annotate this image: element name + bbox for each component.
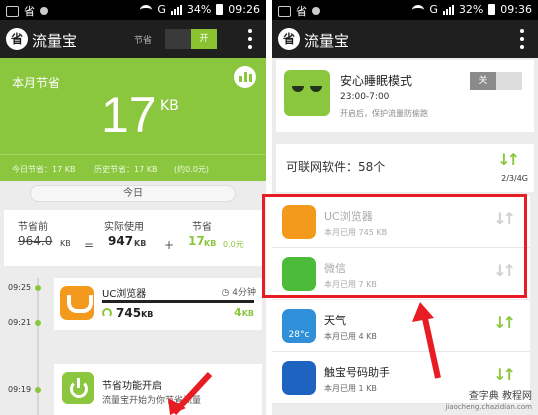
sleep-mode-card: 安心睡眠模式 23:00-7:00 开启后，保护流量防偷跑 关 (276, 60, 534, 132)
wifi-icon (412, 4, 425, 15)
list-item[interactable]: 28°c 天气 本月已用 4 KB ↓↑ (272, 300, 530, 352)
key-icon (40, 7, 48, 15)
today-header: 今日 (0, 181, 266, 205)
timeline-dot (35, 387, 41, 393)
network-apps-header: 可联网软件：58个 ↓↑ 2/3/4G (276, 144, 534, 192)
today-summary: 节省前 964.0 KB = 实际使用 947 KB + 节省 17 KB 0.… (4, 210, 262, 266)
today-pill: 今日 (30, 185, 236, 202)
chart-icon[interactable] (234, 66, 256, 88)
signal-icon (170, 4, 182, 15)
dialer-icon (282, 361, 316, 395)
app-logo-icon: 省 (296, 5, 307, 18)
battery-percent: 32% (458, 3, 484, 16)
uc-browser-icon (60, 286, 94, 320)
uc-duration: ◷ 4分钟 (221, 288, 256, 298)
network-apps-count: 可联网软件：58个 (286, 160, 386, 174)
actual-unit: KB (134, 239, 147, 248)
highlight-box (262, 194, 527, 298)
toggle-on-label: 开 (191, 29, 217, 49)
timeline-time: 09:25 (8, 283, 32, 292)
network-type: G (157, 3, 166, 16)
red-arrow-icon (168, 371, 213, 415)
clock: 09:36 (500, 3, 532, 16)
battery-icon (488, 4, 496, 15)
save-toggle-label: 节省 (134, 36, 153, 46)
signal-icon (102, 308, 112, 318)
today-savings: 今日节省：17 KB (12, 165, 76, 174)
data-toggle-icon[interactable]: ↓↑ (493, 365, 516, 384)
network-type: G (429, 3, 438, 16)
toggle-off-label: 关 (470, 72, 496, 90)
sleep-mode-title: 安心睡眠模式 (340, 74, 413, 88)
status-bar: 省 G 32% 09:36 (272, 0, 538, 20)
battery-icon (216, 4, 224, 15)
timeline-dot (35, 320, 41, 326)
saved-unit: KB (204, 239, 217, 248)
before-value: 964.0 (18, 234, 53, 248)
timeline-line (37, 278, 39, 415)
history-savings: 历史节省：17 KB (94, 165, 158, 174)
saved-value: 17 (188, 234, 205, 248)
app-bar: 省 流量宝 (272, 20, 538, 58)
gallery-icon (278, 5, 291, 17)
uc-usage-card[interactable]: UC浏览器 ◷ 4分钟 745KB 4KB (54, 278, 262, 330)
uc-usage-bar (102, 300, 254, 303)
app-logo: 省 (6, 28, 28, 50)
clock: 09:26 (228, 3, 260, 16)
key-icon (312, 7, 320, 15)
owl-icon (284, 70, 330, 116)
save-toggle[interactable]: 开 (165, 29, 217, 49)
app-title: 流量宝 (304, 32, 350, 50)
sleep-mode-time: 23:00-7:00 (340, 92, 390, 102)
equals-sign: = (84, 238, 95, 252)
signal-icon (442, 4, 454, 15)
app-title: 流量宝 (32, 32, 78, 50)
uc-saved: 4KB (234, 306, 254, 319)
wifi-icon (140, 4, 153, 15)
more-menu-icon[interactable] (520, 29, 524, 49)
app-logo: 省 (278, 28, 300, 50)
feature-card[interactable]: 节省功能开启 流量宝开始为你节省流量 (54, 364, 262, 415)
monthly-savings-label: 本月节省 (12, 76, 61, 90)
status-bar: 省 G 34% 09:26 (0, 0, 266, 20)
data-toggle-icon[interactable]: ↓↑ (493, 313, 516, 332)
uc-app-name: UC浏览器 (102, 289, 147, 300)
app-name: 触宝号码助手 (324, 366, 390, 379)
app-usage: 本月已用 1 KB (324, 384, 377, 393)
sleep-mode-desc: 开启后，保护流量防偷跑 (340, 109, 428, 118)
watermark: 查字典 教程网 jiaocheng.chazidian.com (445, 391, 532, 411)
more-menu-icon[interactable] (248, 29, 252, 49)
weather-icon: 28°c (282, 309, 316, 343)
timeline-time: 09:19 (8, 385, 32, 394)
feature-name: 节省功能开启 (102, 381, 162, 392)
actual-value: 947 (108, 234, 134, 248)
saved-money: 0.0元 (223, 240, 244, 249)
money-savings: (约0.0元) (174, 165, 209, 174)
app-name: 天气 (324, 314, 346, 327)
left-screen: 省 G 34% 09:26 省 流量宝 节省 开 本月节省 17 KB 今日节省… (0, 0, 266, 415)
plus-sign: + (164, 238, 175, 252)
network-type-label: 2/3/4G (501, 174, 528, 183)
data-toggle-icon[interactable]: ↓↑ (497, 150, 520, 169)
timeline-time: 09:21 (8, 318, 32, 327)
timeline-dot (35, 285, 41, 291)
actual-label: 实际使用 (104, 222, 144, 233)
gallery-icon (6, 5, 19, 17)
before-unit: KB (60, 239, 71, 248)
red-arrow-icon (412, 302, 441, 379)
power-icon (62, 372, 94, 404)
app-bar: 省 流量宝 节省 开 (0, 20, 266, 58)
sleep-mode-toggle[interactable]: 关 (470, 72, 522, 90)
app-usage: 本月已用 4 KB (324, 332, 377, 341)
monthly-savings-value: 17 (101, 87, 157, 143)
monthly-savings-panel: 本月节省 17 KB 今日节省：17 KB 历史节省：17 KB (约0.0元) (0, 58, 266, 181)
before-label: 节省前 (18, 222, 48, 233)
monthly-savings-unit: KB (160, 98, 179, 114)
saved-label: 节省 (192, 222, 212, 233)
battery-percent: 34% (186, 3, 212, 16)
app-logo-icon: 省 (24, 5, 35, 18)
uc-used: 745KB (116, 306, 154, 320)
